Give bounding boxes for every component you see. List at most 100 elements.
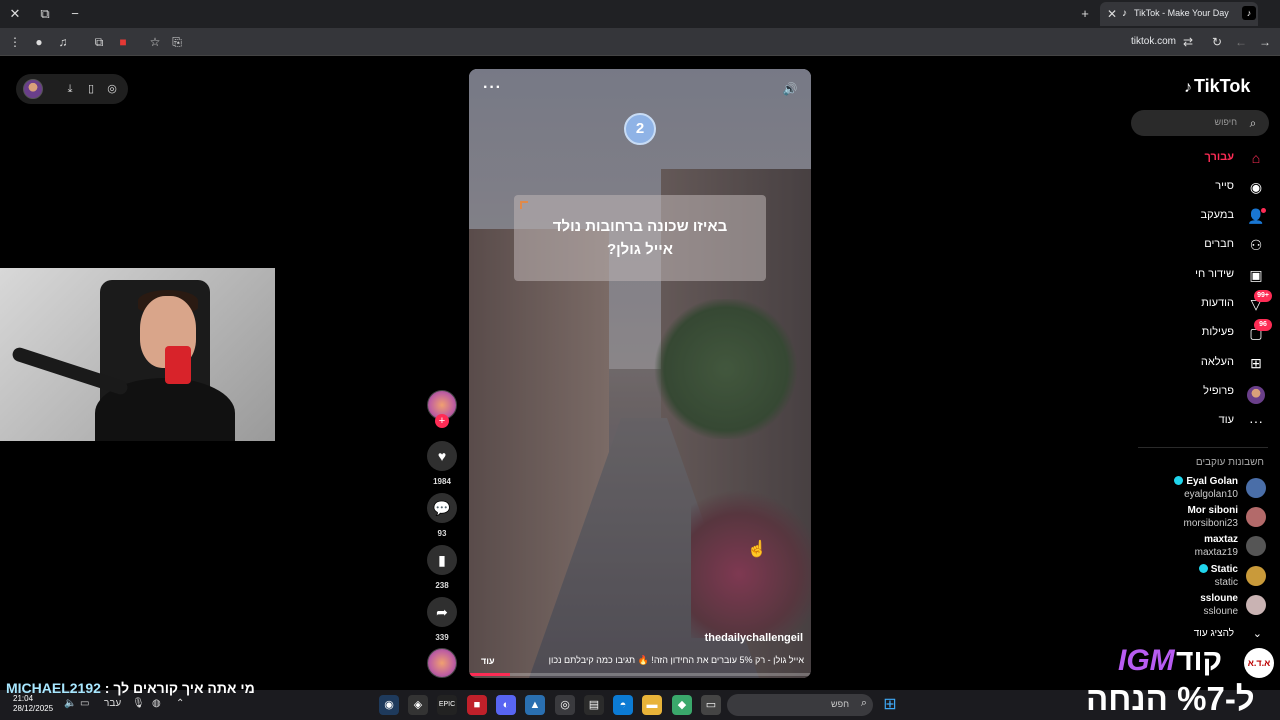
address-bar: ⋮ ● ♫ ⧉ ■ ☆ ⎘ tiktok.com ⇄ ↻ ← → bbox=[0, 28, 1280, 56]
tray-chevron-icon[interactable]: ⌃ bbox=[176, 698, 184, 709]
video-more-options-icon[interactable]: ··· bbox=[483, 79, 502, 97]
account-name: maxtaz bbox=[1204, 534, 1238, 545]
caption-more-link[interactable]: עוד bbox=[481, 656, 495, 666]
new-tab-icon[interactable]: + bbox=[1076, 5, 1094, 23]
profile-icon bbox=[1246, 382, 1266, 404]
following-account[interactable]: ssloune ssloune bbox=[1126, 591, 1266, 619]
sidebar-item-upload[interactable]: העלאה ⊞ bbox=[1126, 350, 1266, 376]
promo-code-banner: IGM קוד א.ד.א bbox=[1118, 644, 1278, 684]
restore-window-icon[interactable]: ⧉ bbox=[36, 5, 54, 23]
download-icon[interactable]: ⤓ bbox=[62, 81, 78, 97]
search-icon[interactable]: ⌕ bbox=[1245, 115, 1261, 131]
language-indicator[interactable]: עבר bbox=[104, 698, 121, 709]
site-settings-icon[interactable]: ⇄ bbox=[1179, 33, 1197, 51]
video-author[interactable]: thedailychallengeil bbox=[705, 632, 803, 644]
video-dim-overlay bbox=[469, 69, 811, 678]
network-tray-icon[interactable]: ▭ bbox=[80, 698, 89, 709]
sidebar-item-live[interactable]: שידור חי ▣ bbox=[1126, 262, 1266, 288]
profile-circle-icon[interactable]: ● bbox=[30, 33, 48, 51]
device-icon[interactable]: ▯ bbox=[83, 81, 99, 97]
close-window-icon[interactable]: ✕ bbox=[6, 5, 24, 23]
like-count: 1984 bbox=[433, 477, 451, 486]
tab-close-icon[interactable]: ✕ bbox=[1104, 5, 1120, 23]
reload-icon[interactable]: ↻ bbox=[1208, 33, 1226, 51]
media-icon[interactable]: ♫ bbox=[54, 33, 72, 51]
account-username: eyalgolan10 bbox=[1184, 489, 1238, 500]
sidebar-item-more[interactable]: עוד ··· bbox=[1126, 408, 1266, 434]
sidebar-item-messages[interactable]: הודעות ▽ 99+ bbox=[1126, 290, 1272, 317]
more-icon: ··· bbox=[1249, 413, 1263, 429]
chrome-icon[interactable]: ◎ bbox=[555, 695, 575, 715]
like-heart-icon[interactable]: ♥ bbox=[427, 441, 457, 471]
quiz-question-line2: אייל גולן? bbox=[606, 241, 673, 258]
edge-icon[interactable]: ◓ bbox=[613, 695, 633, 715]
music-disc-icon[interactable] bbox=[427, 648, 457, 678]
epic-games-icon[interactable]: EPIC bbox=[437, 695, 457, 715]
chat-message: MICHAEL2192 : מי אתה איך קוראים לך bbox=[6, 680, 255, 696]
sidebar-item-label: שידור חי bbox=[1195, 268, 1234, 280]
show-more-button[interactable]: להציג עוד ⌄ bbox=[1126, 626, 1266, 644]
store-icon[interactable]: ▤ bbox=[584, 695, 604, 715]
avatar bbox=[1246, 507, 1266, 527]
friends-icon: ⚇ bbox=[1249, 237, 1263, 253]
video-progress-bar[interactable] bbox=[469, 673, 811, 676]
quiz-question-card: באיזו שכונה ברחובות נולד אייל גולן? bbox=[514, 195, 766, 281]
volume-tray-icon[interactable]: 🔈 bbox=[64, 698, 76, 709]
sidebar-item-explore[interactable]: סייר ◉ bbox=[1126, 174, 1266, 200]
account-username: static bbox=[1214, 577, 1238, 588]
following-icon: 👤 bbox=[1247, 208, 1266, 224]
install-app-icon[interactable]: ⎘ bbox=[168, 33, 186, 51]
obs-app-icon[interactable]: ◉ bbox=[379, 695, 399, 715]
bookmark-icon[interactable]: ▮ bbox=[427, 545, 457, 575]
record-icon[interactable]: ■ bbox=[114, 33, 132, 51]
sidebar-item-profile[interactable]: פרופיל bbox=[1126, 379, 1266, 405]
volume-icon[interactable]: 🔊 bbox=[781, 81, 799, 97]
clock-date: 28/12/2025 bbox=[13, 704, 54, 713]
photos-icon[interactable]: ▲ bbox=[525, 695, 545, 715]
app-tray-icon[interactable]: ◍ bbox=[152, 698, 161, 709]
bookmark-star-icon[interactable]: ☆ bbox=[146, 33, 164, 51]
extensions-icon[interactable]: ⧉ bbox=[90, 33, 108, 51]
tiktok-logo[interactable]: ♪ TikTok bbox=[1184, 76, 1250, 97]
back-icon[interactable]: → bbox=[1256, 33, 1274, 51]
discord-icon[interactable]: ◐ bbox=[496, 695, 516, 715]
forward-icon[interactable]: ← bbox=[1232, 33, 1250, 51]
share-icon[interactable]: ➦ bbox=[427, 597, 457, 627]
app-icon[interactable]: ◈ bbox=[408, 695, 428, 715]
following-account[interactable]: maxtaz maxtaz19 bbox=[1126, 532, 1266, 560]
mic-tray-icon[interactable]: 🎙 bbox=[132, 698, 145, 709]
url-text[interactable]: tiktok.com bbox=[1131, 36, 1176, 47]
menu-dots-icon[interactable]: ⋮ bbox=[6, 33, 24, 51]
browser-tab[interactable]: ✕ ♪ TikTok - Make Your Day ♪ bbox=[1100, 2, 1258, 26]
file-explorer-icon[interactable]: ▬ bbox=[642, 695, 662, 715]
following-account[interactable]: Static static bbox=[1126, 562, 1266, 590]
app-red-icon[interactable]: ■ bbox=[467, 695, 487, 715]
minimize-window-icon[interactable]: − bbox=[66, 5, 84, 23]
comment-icon[interactable]: 💬 bbox=[427, 493, 457, 523]
comment-count: 93 bbox=[437, 529, 447, 538]
clock[interactable]: 21:04 28/12/2025 bbox=[13, 694, 53, 714]
sidebar-item-label: חברים bbox=[1204, 238, 1234, 250]
verified-icon bbox=[1198, 564, 1208, 573]
sidebar-item-friends[interactable]: חברים ⚇ bbox=[1126, 232, 1266, 258]
tab-title: TikTok - Make Your Day bbox=[1134, 8, 1229, 18]
following-account[interactable]: Eyal Golan eyalgolan10 bbox=[1126, 474, 1266, 502]
taskbar-search-input[interactable]: חפש ⌕ bbox=[727, 694, 873, 716]
sidebar-item-following[interactable]: במעקב 👤 bbox=[1126, 203, 1266, 229]
following-accounts-title: חשבונות עוקבים bbox=[1195, 457, 1264, 468]
taskview-icon[interactable]: ▭ bbox=[701, 695, 721, 715]
following-account[interactable]: Mor siboni morsiboni23 bbox=[1126, 503, 1266, 531]
verified-icon bbox=[1174, 476, 1184, 485]
app-green-icon[interactable]: ◆ bbox=[672, 695, 692, 715]
webcam-overlay bbox=[0, 268, 275, 441]
sidebar-item-activity[interactable]: פעילות ▢ 96 bbox=[1126, 319, 1272, 346]
compass-small-icon[interactable]: ◎ bbox=[104, 81, 120, 97]
promo-code-word: קוד bbox=[1176, 644, 1223, 677]
windows-start-icon[interactable]: ⊞ bbox=[880, 695, 900, 715]
mouse-cursor-icon: ☝ bbox=[747, 541, 767, 558]
follow-plus-icon[interactable]: + bbox=[435, 414, 449, 428]
avatar[interactable] bbox=[23, 79, 43, 99]
sidebar-item-for-you[interactable]: עבורך ⌂ bbox=[1126, 145, 1266, 171]
video-player[interactable]: ··· 🔊 2 באיזו שכונה ברחובות נולד אייל גו… bbox=[469, 69, 811, 678]
search-input[interactable]: חיפוש ⌕ bbox=[1131, 110, 1269, 136]
